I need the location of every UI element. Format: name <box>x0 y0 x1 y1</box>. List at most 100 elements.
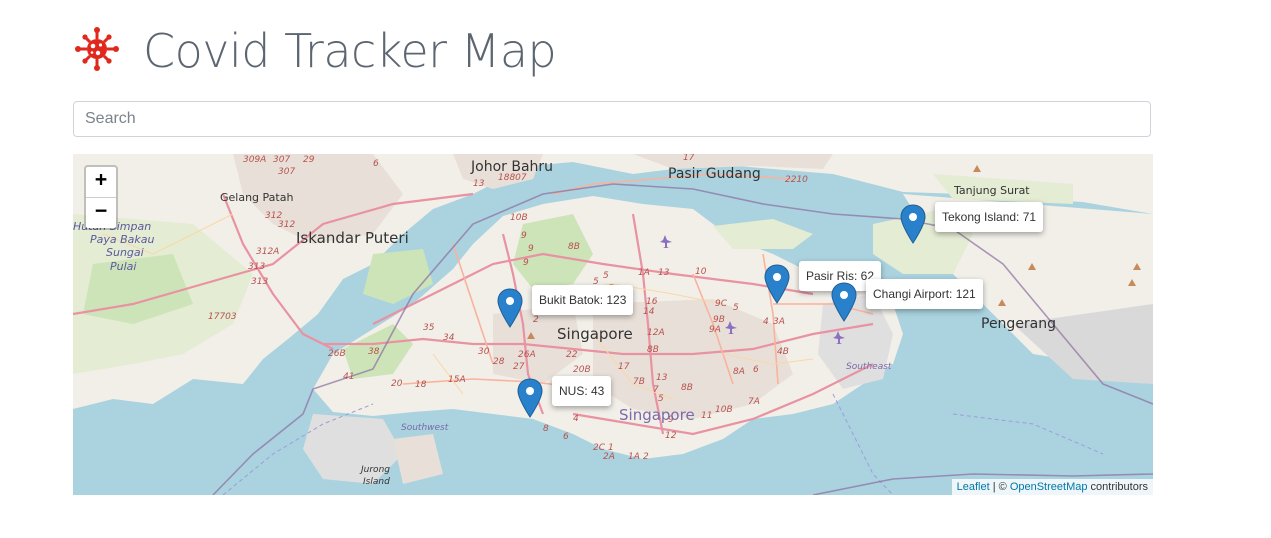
map-container[interactable]: 309A 307 307 29 6 18807 13 10B 9 17 2210 312 312 3… <box>73 154 1153 495</box>
svg-text:312A: 312A <box>256 247 279 257</box>
map-attribution: Leaflet | © OpenStreetMap contributors <box>951 479 1153 495</box>
svg-text:1A: 1A <box>628 452 640 462</box>
svg-text:26B: 26B <box>328 349 346 359</box>
svg-text:4: 4 <box>573 414 579 424</box>
svg-text:22: 22 <box>566 350 578 360</box>
svg-text:5: 5 <box>733 303 739 313</box>
label-iskandar-puteri: Iskandar Puteri <box>296 229 409 247</box>
search-input[interactable] <box>73 101 1151 137</box>
leaflet-link[interactable]: Leaflet <box>957 481 990 493</box>
svg-text:8B: 8B <box>568 242 580 252</box>
svg-text:9: 9 <box>528 244 534 254</box>
zoom-in-button[interactable]: + <box>86 167 116 198</box>
label-pengerang: Pengerang <box>981 316 1056 332</box>
zoom-control: + − <box>84 165 118 230</box>
svg-text:27: 27 <box>513 362 525 372</box>
svg-text:6: 6 <box>373 159 379 169</box>
svg-text:4: 4 <box>763 317 769 327</box>
marker-popup-changi-airport: Changi Airport: 121 <box>866 279 983 309</box>
svg-text:307: 307 <box>273 155 290 165</box>
svg-text:12: 12 <box>665 431 677 441</box>
svg-text:8A: 8A <box>733 367 745 377</box>
label-johor-bahru: Johor Bahru <box>470 159 553 175</box>
zoom-out-button[interactable]: − <box>86 198 116 228</box>
svg-text:17: 17 <box>618 362 630 372</box>
svg-text:6: 6 <box>753 365 759 375</box>
svg-text:3A: 3A <box>773 317 785 327</box>
svg-text:4B: 4B <box>777 347 789 357</box>
label-southeast: Southeast <box>846 362 892 372</box>
label-paya-bakau: Paya Bakau <box>90 233 155 246</box>
virus-icon <box>75 27 119 71</box>
svg-text:8: 8 <box>543 424 549 434</box>
map-marker-tekong-island[interactable] <box>900 204 926 244</box>
svg-text:41: 41 <box>343 372 354 382</box>
svg-text:10B: 10B <box>510 213 528 223</box>
map-marker-pasir-ris[interactable] <box>764 264 790 304</box>
svg-text:5: 5 <box>603 271 609 281</box>
svg-text:2210: 2210 <box>785 175 808 185</box>
openstreetmap-link[interactable]: OpenStreetMap <box>1010 481 1088 493</box>
svg-text:1A: 1A <box>638 268 650 278</box>
svg-text:9: 9 <box>523 258 529 268</box>
svg-text:9: 9 <box>521 231 527 241</box>
svg-text:7: 7 <box>653 385 659 395</box>
attribution-suffix: contributors <box>1087 481 1148 493</box>
svg-text:20B: 20B <box>573 365 591 375</box>
svg-text:312: 312 <box>278 220 295 230</box>
label-singapore-south: Singapore <box>619 406 695 424</box>
marker-popup-bukit-batok: Bukit Batok: 123 <box>532 285 634 315</box>
svg-text:7A: 7A <box>748 397 760 407</box>
svg-text:35: 35 <box>423 323 435 333</box>
svg-text:15A: 15A <box>448 375 466 385</box>
svg-text:313: 313 <box>251 277 268 287</box>
svg-text:307: 307 <box>278 167 295 177</box>
svg-text:17: 17 <box>683 154 695 163</box>
svg-text:309A: 309A <box>243 155 266 165</box>
svg-text:10B: 10B <box>715 405 733 415</box>
label-island: Island <box>363 477 390 487</box>
svg-text:9A: 9A <box>709 325 721 335</box>
label-southwest: Southwest <box>401 423 449 433</box>
svg-text:2A: 2A <box>603 452 615 462</box>
svg-text:34: 34 <box>443 333 455 343</box>
marker-popup-tekong-island: Tekong Island: 71 <box>935 202 1044 232</box>
map-marker-bukit-batok[interactable] <box>497 288 523 328</box>
svg-text:11: 11 <box>701 411 712 421</box>
svg-text:8B: 8B <box>647 345 659 355</box>
svg-text:16: 16 <box>646 297 658 307</box>
svg-text:38: 38 <box>368 347 380 357</box>
attribution-separator: | © <box>989 481 1010 493</box>
svg-text:13: 13 <box>656 373 668 383</box>
marker-popup-nus: NUS: 43 <box>552 376 612 406</box>
svg-text:26A: 26A <box>518 350 536 360</box>
svg-text:14: 14 <box>643 307 655 317</box>
label-pasir-gudang: Pasir Gudang <box>668 166 761 182</box>
svg-text:20: 20 <box>391 379 403 389</box>
label-jurong: Jurong <box>359 465 390 475</box>
svg-text:13: 13 <box>473 179 485 189</box>
label-tanjung-surat: Tanjung Surat <box>953 184 1030 197</box>
svg-text:29: 29 <box>303 155 315 165</box>
label-sungai: Sungai <box>106 246 144 259</box>
svg-text:30: 30 <box>478 347 490 357</box>
label-singapore-mid: Singapore <box>557 325 633 343</box>
svg-text:2: 2 <box>533 315 539 325</box>
svg-text:17703: 17703 <box>208 312 237 322</box>
svg-text:10: 10 <box>695 267 707 277</box>
map-marker-changi-airport[interactable] <box>831 282 857 322</box>
svg-text:18: 18 <box>415 380 427 390</box>
map-marker-nus[interactable] <box>517 378 543 418</box>
svg-text:7B: 7B <box>633 377 645 387</box>
svg-text:9C: 9C <box>715 299 728 309</box>
svg-text:28: 28 <box>493 357 505 367</box>
svg-text:8B: 8B <box>681 383 693 393</box>
label-pulai: Pulai <box>110 260 136 273</box>
svg-text:6: 6 <box>563 432 569 442</box>
label-gelang-patah: Gelang Patah <box>220 191 293 204</box>
svg-text:9B: 9B <box>713 315 725 325</box>
svg-text:313: 313 <box>248 262 265 272</box>
page-title: Covid Tracker Map <box>143 24 557 78</box>
svg-text:12A: 12A <box>647 328 665 338</box>
svg-text:5: 5 <box>658 394 664 404</box>
